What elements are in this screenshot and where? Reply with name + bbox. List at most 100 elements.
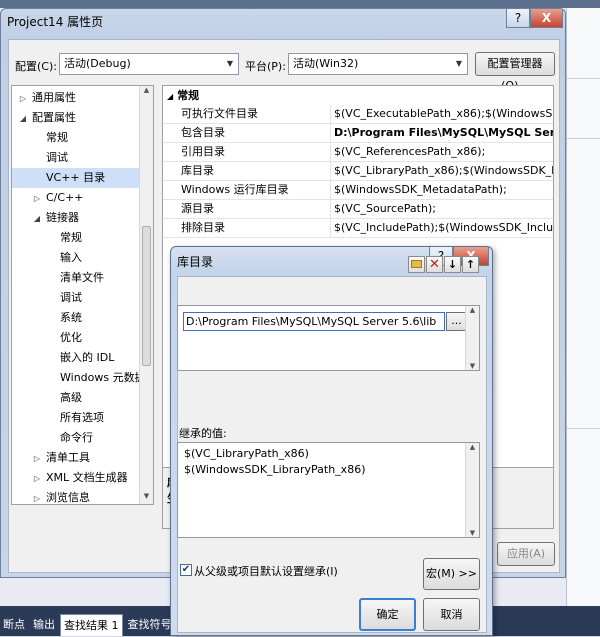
grid-row[interactable]: 库目录 $(VC_LibraryPath_x86);$(WindowsSDK_Li… (163, 162, 553, 181)
grid-category: ◢ 常规 (167, 89, 200, 102)
grid-row[interactable]: 包含目录 D:\Program Files\MySQL\MySQL Server … (163, 124, 553, 143)
ok-button[interactable]: 确定 (359, 598, 416, 631)
tree-item[interactable]: ▷ 浏览信息 (12, 488, 140, 504)
tree-item[interactable]: VC++ 目录 (12, 168, 140, 188)
inherited-scrollbar[interactable]: ▲ ▼ (465, 443, 479, 537)
property-name: 包含目录 (181, 126, 225, 139)
expander-icon[interactable]: ▷ (18, 89, 28, 109)
tree-item[interactable]: 命令行 (12, 428, 140, 448)
inherited-values-box: $(VC_LibraryPath_x86) $(WindowsSDK_Libra… (177, 442, 480, 538)
property-name: 源目录 (181, 202, 214, 215)
tree-item[interactable]: 系统 (12, 308, 140, 328)
config-manager-button[interactable]: 配置管理器(O)... (475, 52, 555, 92)
tree-item[interactable]: 高级 (12, 388, 140, 408)
help-button[interactable]: ? (506, 9, 530, 28)
tree-item[interactable]: ▷ XML 文档生成器 (12, 468, 140, 488)
tree-item[interactable]: 所有选项 (12, 408, 140, 428)
property-value[interactable]: $(VC_SourcePath); (330, 200, 553, 218)
tree-item-label: VC++ 目录 (46, 171, 106, 184)
tree-item[interactable]: 清单文件 (12, 268, 140, 288)
config-select[interactable]: 活动(Debug) ▼ (59, 53, 239, 75)
scroll-up-icon[interactable]: ▲ (466, 306, 479, 314)
move-up-icon[interactable]: ↑ (462, 256, 479, 273)
grid-row[interactable]: 排除目录 $(VC_IncludePath);$(WindowsSDK_Inclu… (163, 219, 553, 238)
close-button[interactable]: X (530, 9, 563, 28)
tree-item[interactable]: 常规 (12, 128, 140, 148)
inherited-value: $(WindowsSDK_LibraryPath_x86) (184, 463, 366, 476)
directory-list: D:\Program Files\MySQL\MySQL Server 5.6\… (177, 305, 480, 371)
expander-icon[interactable]: ▷ (32, 489, 42, 504)
property-value[interactable]: $(VC_ExecutablePath_x86);$(WindowsSDK_Ex… (330, 105, 553, 123)
window-title: Project14 属性页 (7, 15, 104, 29)
property-value[interactable]: $(VC_IncludePath);$(WindowsSDK_IncludePa… (330, 219, 553, 237)
tree-item[interactable]: 优化 (12, 328, 140, 348)
tree-item[interactable]: 嵌入的 IDL (12, 348, 140, 368)
tree-item[interactable]: 常规 (12, 228, 140, 248)
inherit-checkbox-label: 从父级或项目默认设置继承(I) (194, 565, 338, 578)
tree-item-label: 系统 (60, 311, 82, 324)
tree-item[interactable]: ▷ 清单工具 (12, 448, 140, 468)
property-name: Windows 运行库目录 (181, 183, 289, 196)
scroll-down-icon[interactable]: ▼ (466, 362, 479, 370)
tree-item-label: 常规 (46, 131, 68, 144)
tree-item-label: C/C++ (46, 191, 84, 204)
scroll-up-icon[interactable]: ▲ (466, 443, 479, 451)
tab-find-results-1[interactable]: 查找结果 1 (60, 614, 123, 636)
tree-item[interactable]: ▷ 通用属性 (12, 88, 140, 108)
tree-item-label: 输入 (60, 251, 82, 264)
tree-item-label: 调试 (60, 291, 82, 304)
browse-button[interactable]: ... (446, 312, 467, 331)
property-tree: ▷ 通用属性 ◢ 配置属性 常规 调试 VC++ 目录 ▷ C/C++ ◢ 链接器 常规 输入 清单文件调… (11, 85, 154, 505)
tree-scrollbar[interactable]: ▲ ▼ (139, 86, 153, 504)
move-down-icon[interactable]: ↓ (444, 256, 461, 273)
property-value[interactable]: $(VC_LibraryPath_x86);$(WindowsSDK_Libra… (330, 162, 553, 180)
property-value[interactable]: $(WindowsSDK_MetadataPath); (330, 181, 553, 199)
scroll-up-icon[interactable]: ▲ (140, 86, 153, 100)
tree-item[interactable]: ▷ C/C++ (12, 188, 140, 208)
directory-edit-field[interactable]: D:\Program Files\MySQL\MySQL Server 5.6\… (183, 312, 445, 331)
tree-item[interactable]: ◢ 链接器 (12, 208, 140, 228)
tree-item[interactable]: 调试 (12, 288, 140, 308)
chevron-down-icon: ▼ (226, 59, 234, 68)
tree-item-label: 清单文件 (60, 271, 104, 284)
delete-icon[interactable]: ✕ (426, 256, 443, 273)
expander-icon[interactable]: ▷ (32, 469, 42, 489)
tree-item[interactable]: ◢ 配置属性 (12, 108, 140, 128)
scroll-thumb[interactable] (142, 226, 151, 366)
grid-row[interactable]: 引用目录 $(VC_ReferencesPath_x86); (163, 143, 553, 162)
cancel-button[interactable]: 取消 (423, 598, 480, 631)
tree-item-label: 链接器 (46, 211, 79, 224)
property-name: 可执行文件目录 (181, 107, 258, 120)
tree-item[interactable]: Windows 元数据 (12, 368, 146, 388)
property-value[interactable]: $(VC_ReferencesPath_x86); (330, 143, 553, 161)
tree-item-label: 通用属性 (32, 91, 76, 104)
tree-item[interactable]: 输入 (12, 248, 140, 268)
tab-output[interactable]: 输出 (30, 614, 58, 636)
apply-button[interactable]: 应用(A) (497, 542, 555, 566)
scroll-down-icon[interactable]: ▼ (140, 492, 153, 504)
platform-label: 平台(P): (245, 60, 286, 73)
tree-item-label: 嵌入的 IDL (60, 351, 115, 364)
expander-icon[interactable]: ▷ (32, 189, 42, 209)
tree-item-label: 常规 (60, 231, 82, 244)
checkmark-icon: ✔ (181, 564, 191, 575)
tree-item[interactable]: 调试 (12, 148, 140, 168)
expander-icon[interactable]: ◢ (18, 109, 28, 129)
macro-button[interactable]: 宏(M) >> (423, 558, 480, 590)
ide-editor-edge (566, 8, 600, 608)
grid-row[interactable]: 可执行文件目录 $(VC_ExecutablePath_x86);$(Window… (163, 105, 553, 124)
expander-icon[interactable]: ▷ (32, 449, 42, 469)
grid-row[interactable]: 源目录 $(VC_SourcePath); (163, 200, 553, 219)
platform-select[interactable]: 活动(Win32) ▼ (288, 53, 468, 75)
platform-value: 活动(Win32) (293, 57, 359, 70)
list-scrollbar[interactable]: ▲ ▼ (465, 306, 479, 370)
inherit-checkbox[interactable]: ✔ (180, 564, 192, 576)
expander-icon[interactable]: ◢ (32, 209, 42, 229)
property-value[interactable]: D:\Program Files\MySQL\MySQL Server 5.6\… (330, 124, 553, 142)
collapse-icon[interactable]: ◢ (167, 92, 173, 101)
scroll-down-icon[interactable]: ▼ (466, 529, 479, 537)
new-folder-icon[interactable] (408, 256, 425, 273)
tab-breakpoints[interactable]: 断点 (0, 614, 28, 636)
grid-row[interactable]: Windows 运行库目录 $(WindowsSDK_MetadataPath); (163, 181, 553, 200)
tree-item-label: 所有选项 (60, 411, 104, 424)
